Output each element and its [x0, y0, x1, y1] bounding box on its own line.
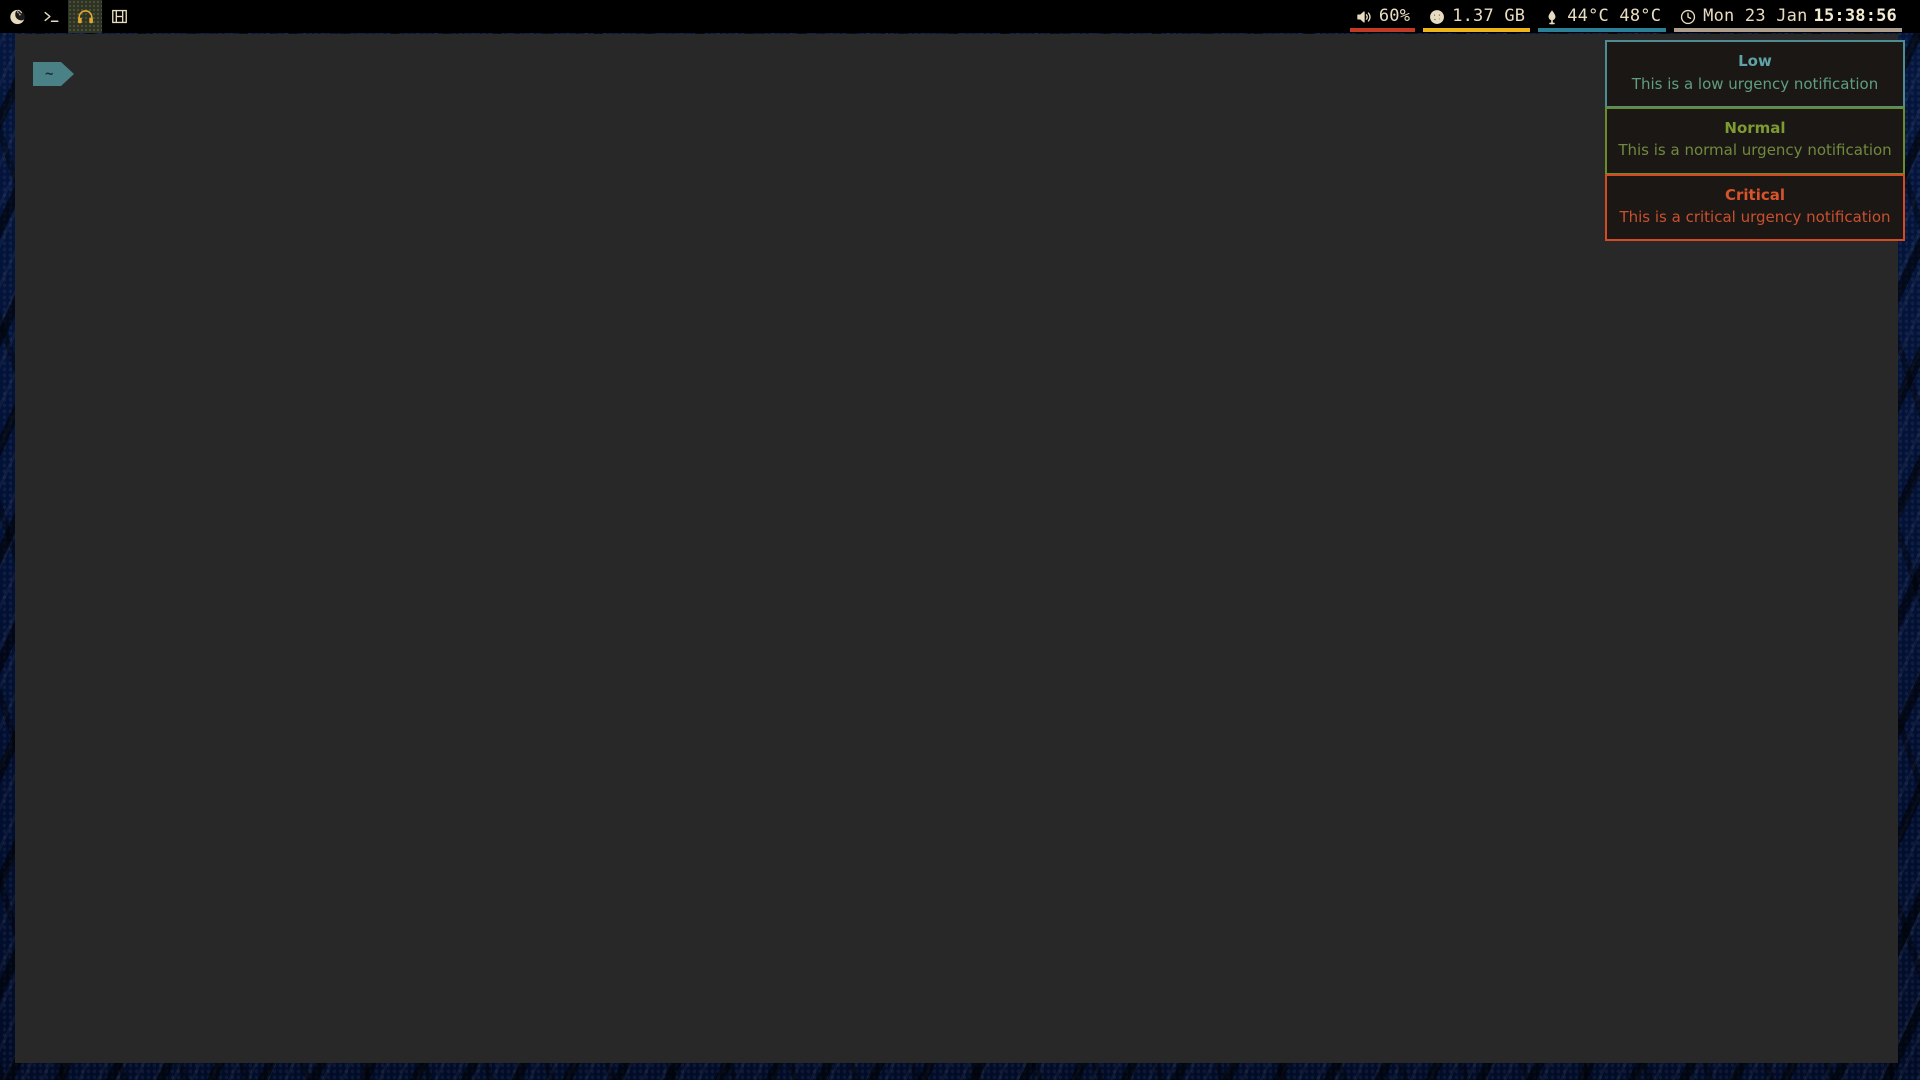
- workspace-button-music[interactable]: [68, 0, 102, 33]
- status-memory-underline: [1423, 28, 1531, 32]
- firefox-icon: [9, 9, 25, 25]
- status-bar: 60% 1.37 GB 44°C 48°C Mon 23 Jan 15:38:56: [0, 0, 1920, 33]
- film-strip-icon: [111, 9, 127, 24]
- status-volume-value: 60%: [1378, 6, 1411, 26]
- status-memory-value: 1.37 GB: [1452, 6, 1526, 26]
- prompt-powerline-arrow: [61, 62, 75, 86]
- thermometer-icon: [1548, 9, 1556, 24]
- clock-icon: [1681, 9, 1696, 24]
- status-volume-underline: [1349, 28, 1416, 32]
- notification-low[interactable]: Low This is a low urgency notification: [1605, 40, 1905, 108]
- workspace-list: [0, 0, 136, 33]
- system-tray: 60% 1.37 GB 44°C 48°C Mon 23 Jan 15:38:56: [1346, 0, 1920, 33]
- notification-stack: Low This is a low urgency notification Nor…: [1605, 40, 1905, 242]
- status-clock-underline: [1674, 28, 1902, 32]
- status-temperature-value: 44°C 48°C: [1567, 6, 1662, 26]
- status-memory[interactable]: 1.37 GB: [1419, 0, 1534, 33]
- notification-title: Normal: [1724, 118, 1786, 137]
- notification-body: This is a normal urgency notification: [1618, 141, 1892, 160]
- notification-critical[interactable]: Critical This is a critical urgency notif…: [1605, 173, 1905, 242]
- prompt-path-segment: ~: [33, 62, 62, 86]
- workspace-button-terminal[interactable]: [34, 0, 68, 33]
- notification-body: This is a low urgency notification: [1631, 74, 1879, 93]
- notification-normal[interactable]: Normal This is a normal urgency notificat…: [1605, 106, 1905, 175]
- notification-title: Critical: [1724, 185, 1785, 204]
- status-clock[interactable]: Mon 23 Jan 15:38:56: [1670, 0, 1906, 33]
- shell-prompt: ~: [33, 62, 75, 86]
- clock-time: 15:38:56: [1813, 6, 1897, 26]
- notification-body: This is a critical urgency notification: [1619, 208, 1891, 226]
- headphones-icon: [77, 10, 93, 24]
- clock-date: Mon 23 Jan: [1703, 6, 1808, 26]
- speaker-volume-icon: [1357, 10, 1371, 23]
- workspace-button-video[interactable]: [102, 0, 136, 33]
- status-temperature-underline: [1538, 28, 1667, 32]
- status-temperature[interactable]: 44°C 48°C: [1534, 0, 1670, 33]
- memory-gauge-icon: [1430, 9, 1445, 24]
- terminal-prompt-icon: [43, 11, 59, 22]
- workspace-button-firefox[interactable]: [0, 0, 34, 33]
- notification-title: Low: [1738, 52, 1772, 70]
- status-volume[interactable]: 60%: [1346, 0, 1419, 33]
